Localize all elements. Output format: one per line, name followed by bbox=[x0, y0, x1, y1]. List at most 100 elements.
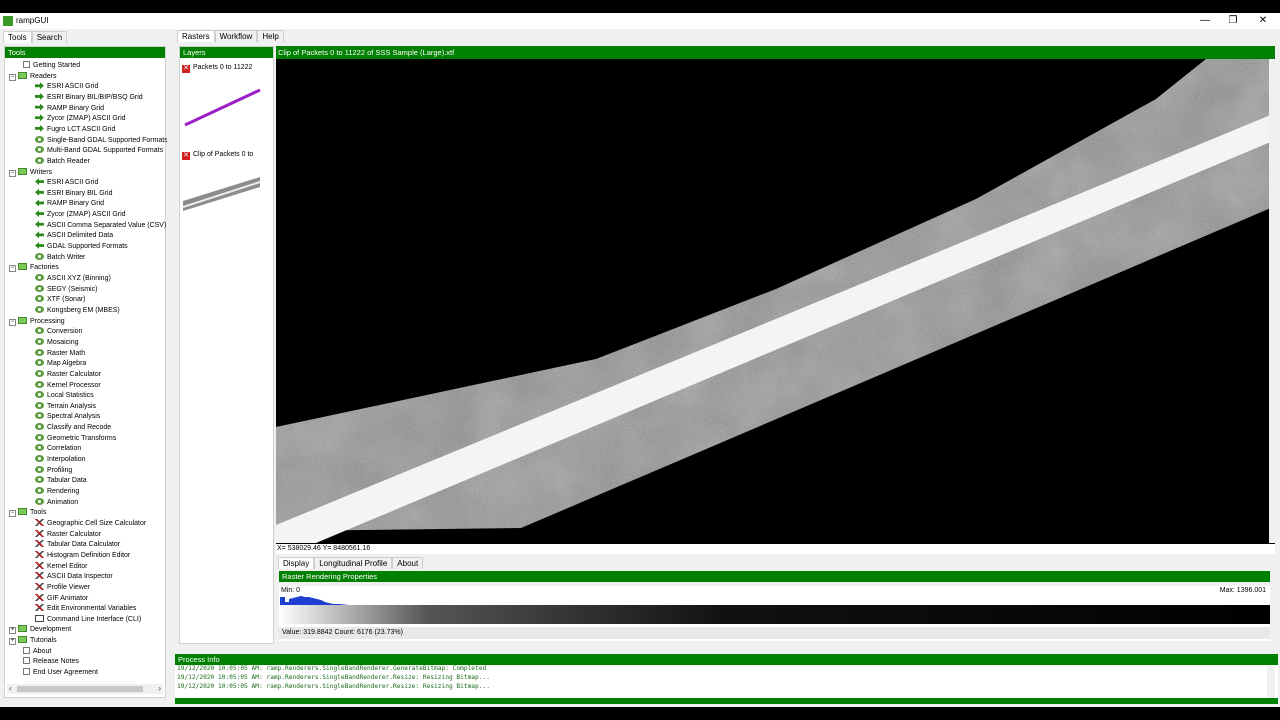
tree-item[interactable]: Geographic Cell Size Calculator bbox=[35, 518, 146, 530]
tab-rasters[interactable]: Rasters bbox=[177, 30, 215, 42]
tree-item[interactable]: Getting Started bbox=[23, 61, 80, 72]
tab-longitudinal-profile[interactable]: Longitudinal Profile bbox=[314, 557, 393, 569]
sonar-raster[interactable] bbox=[276, 59, 1269, 543]
tree-item[interactable]: Local Statistics bbox=[35, 391, 94, 402]
tree-item[interactable]: Terrain Analysis bbox=[35, 401, 96, 413]
tree-item[interactable]: GIF Animator bbox=[35, 593, 88, 605]
expand-icon[interactable]: + bbox=[9, 638, 16, 646]
tree-item[interactable]: Profiling bbox=[35, 465, 72, 477]
tree-item[interactable]: Batch Writer bbox=[35, 252, 85, 264]
tree-item[interactable]: Conversion bbox=[35, 327, 82, 338]
tree-item[interactable]: ESRI Binary BIL/BIP/BSQ Grid bbox=[35, 92, 143, 104]
tree-item[interactable]: Batch Reader bbox=[35, 156, 90, 168]
tree-item[interactable]: ESRI ASCII Grid bbox=[35, 178, 98, 189]
tree-item[interactable]: Raster Math bbox=[35, 348, 85, 360]
scroll-right-icon[interactable]: › bbox=[158, 684, 161, 694]
tree-item[interactable]: About bbox=[23, 646, 51, 658]
tree-item[interactable]: Spectral Analysis bbox=[35, 412, 100, 423]
collapse-icon[interactable]: − bbox=[9, 510, 16, 518]
tree-item[interactable]: Kongsberg EM (MBES) bbox=[35, 305, 120, 317]
gear-icon bbox=[35, 380, 44, 388]
tree-item[interactable]: Correlation bbox=[35, 444, 81, 455]
tree-item[interactable]: Raster Calculator bbox=[35, 529, 101, 541]
tree-item[interactable]: Mosaicing bbox=[35, 337, 79, 349]
tree-item[interactable]: ASCII Delimited Data bbox=[35, 231, 113, 242]
tab-about[interactable]: About bbox=[392, 557, 424, 569]
layer-visibility-checkbox[interactable]: ✕ bbox=[182, 65, 190, 73]
tree-item[interactable]: Profile Viewer bbox=[35, 582, 90, 594]
tree-item[interactable]: GDAL Supported Formats bbox=[35, 242, 128, 253]
close-button[interactable]: ✕ bbox=[1248, 14, 1278, 28]
tree-item[interactable]: Tabular Data bbox=[35, 476, 87, 487]
minimize-button[interactable]: — bbox=[1190, 14, 1220, 28]
tree-item[interactable]: Raster Calculator bbox=[35, 369, 101, 381]
histogram-area[interactable]: Min: 0 Max: 1396.001 Value: 319.8842 Cou… bbox=[279, 586, 1270, 641]
tree-item[interactable]: RAMP Binary Grid bbox=[35, 199, 104, 210]
tab-search[interactable]: Search bbox=[31, 31, 68, 43]
tree-item[interactable]: Multi-Band GDAL Supported Formats bbox=[35, 146, 163, 157]
log-scrollbar[interactable] bbox=[1267, 666, 1275, 700]
tree-item[interactable]: + Tutorials bbox=[9, 636, 57, 647]
tree-item[interactable]: Classify and Recode bbox=[35, 423, 111, 434]
tree-item[interactable]: Release Notes bbox=[23, 657, 79, 668]
tree-item[interactable]: − Readers bbox=[9, 71, 56, 83]
tree-item[interactable]: Geometric Transforms bbox=[35, 433, 116, 445]
tab-tools[interactable]: Tools bbox=[3, 31, 32, 43]
scroll-left-icon[interactable]: ‹ bbox=[9, 684, 12, 694]
scroll-thumb[interactable] bbox=[17, 686, 143, 692]
tree-item[interactable]: End User Agreement bbox=[23, 668, 98, 679]
tab-help[interactable]: Help bbox=[257, 30, 284, 42]
tree-item[interactable]: Rendering bbox=[35, 487, 79, 498]
color-ramp[interactable] bbox=[279, 605, 1270, 624]
tree-item[interactable]: Zycor (ZMAP) ASCII Grid bbox=[35, 210, 126, 221]
layer-visibility-checkbox[interactable]: ✕ bbox=[182, 152, 190, 160]
expand-icon[interactable]: + bbox=[9, 627, 16, 635]
tree-item[interactable]: Animation bbox=[35, 497, 78, 509]
tree-item[interactable]: Tabular Data Calculator bbox=[35, 540, 120, 551]
tree-item[interactable]: XTF (Sonar) bbox=[35, 295, 86, 306]
map-vertical-scrollbar[interactable] bbox=[1269, 59, 1275, 543]
doc-icon bbox=[23, 657, 30, 665]
tree-item[interactable]: ASCII Data Inspector bbox=[35, 572, 113, 583]
folder-icon bbox=[18, 71, 27, 79]
tree-item[interactable]: Kernel Processor bbox=[35, 380, 101, 392]
restore-button[interactable]: ❐ bbox=[1218, 14, 1248, 28]
tree-item[interactable]: Fugro LCT ASCII Grid bbox=[35, 124, 115, 136]
tree-item[interactable]: − Factories bbox=[9, 263, 59, 274]
folder-icon bbox=[18, 167, 27, 175]
tree-horizontal-scrollbar[interactable]: ‹ › bbox=[7, 684, 163, 694]
tree-item[interactable]: Zycor (ZMAP) ASCII Grid bbox=[35, 114, 126, 125]
tree-item[interactable]: − Processing bbox=[9, 316, 65, 328]
tree-item[interactable]: ESRI Binary BIL Grid bbox=[35, 188, 113, 200]
tree-item[interactable]: ESRI ASCII Grid bbox=[35, 82, 98, 93]
tree-item[interactable]: Histogram Definition Editor bbox=[35, 550, 131, 562]
tree-item[interactable]: Interpolation bbox=[35, 455, 86, 466]
tree-item[interactable]: Single-Band GDAL Supported Formats bbox=[35, 135, 167, 147]
tree-item[interactable]: Edit Environmental Variables bbox=[35, 604, 136, 615]
gear-icon bbox=[35, 465, 44, 473]
tree-item[interactable]: Map Algebra bbox=[35, 359, 86, 370]
layer-item[interactable]: ✕ Clip of Packets 0 to bbox=[182, 151, 253, 160]
gear-icon bbox=[35, 337, 44, 345]
collapse-icon[interactable]: − bbox=[9, 265, 16, 273]
tab-display[interactable]: Display bbox=[278, 557, 315, 569]
tree-item[interactable]: ASCII XYZ (Binning) bbox=[35, 274, 111, 285]
tree-item-label: ASCII Delimited Data bbox=[47, 232, 114, 240]
left-tabs: Tools Search bbox=[3, 31, 68, 43]
layer-item[interactable]: ✕ Packets 0 to 11222 bbox=[182, 64, 252, 73]
tree-item[interactable]: + Development bbox=[9, 625, 71, 636]
coordinate-readout: X= 538029.46 Y= 8480561.16 bbox=[276, 544, 1275, 554]
tree-item[interactable]: Kernel Editor bbox=[35, 561, 87, 573]
tree-item[interactable]: Command Line Interface (CLI) bbox=[35, 614, 141, 626]
tree-item[interactable]: − Tools bbox=[9, 508, 46, 519]
tree-item[interactable]: − Writers bbox=[9, 167, 52, 179]
collapse-icon[interactable]: − bbox=[9, 318, 16, 326]
tab-workflow[interactable]: Workflow bbox=[214, 30, 258, 42]
tree-item[interactable]: RAMP Binary Grid bbox=[35, 103, 104, 115]
collapse-icon[interactable]: − bbox=[9, 169, 16, 177]
tree-item-label: Histogram Definition Editor bbox=[47, 551, 131, 559]
collapse-icon[interactable]: − bbox=[9, 73, 16, 81]
tree-item[interactable]: SEGY (Seismic) bbox=[35, 284, 97, 296]
tree-item[interactable]: ASCII Comma Separated Value (CSV) bbox=[35, 220, 166, 232]
map-canvas[interactable] bbox=[276, 59, 1269, 543]
